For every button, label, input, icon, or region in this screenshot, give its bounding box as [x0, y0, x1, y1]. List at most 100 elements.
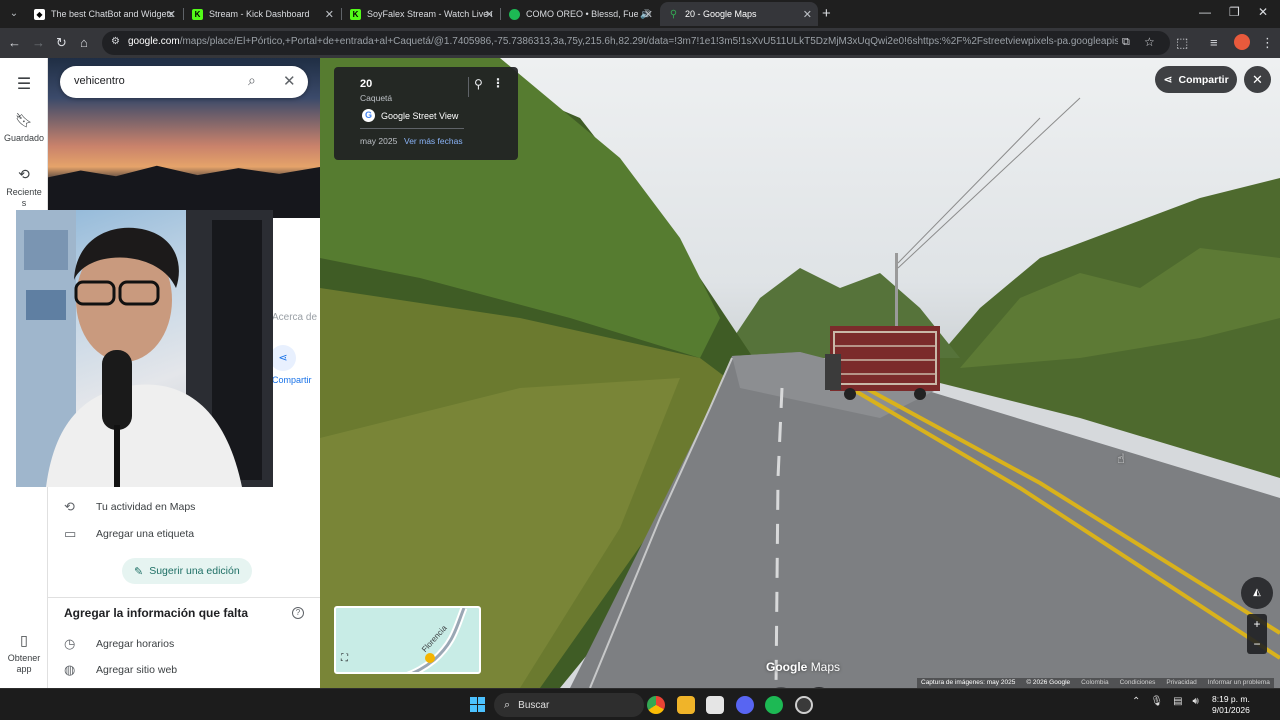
media-control-icon[interactable]: ≡ [1210, 35, 1218, 51]
privacy-link[interactable]: Privacidad [1166, 679, 1196, 687]
share-button[interactable]: ⋖ Compartir [1155, 66, 1237, 93]
tab-about[interactable]: Acerca de [272, 312, 317, 323]
zoom-out-button[interactable]: − [1247, 634, 1267, 654]
tab-kick-dashboard[interactable]: K Stream - Kick Dashboard ✕ [184, 2, 340, 26]
search-icon: ⌕ [504, 698, 511, 711]
section-divider [48, 597, 320, 598]
close-tab-icon[interactable]: ✕ [803, 8, 812, 21]
network-icon[interactable]: ▤ [1173, 696, 1182, 707]
profile-avatar[interactable] [1234, 34, 1250, 50]
file-explorer-icon[interactable] [677, 696, 695, 714]
diamond-icon: ◆ [34, 8, 45, 20]
browser-menu-icon[interactable]: ⋮ [1261, 35, 1274, 51]
tab-soyfalex-stream[interactable]: K SoyFalex Stream - Watch Live o ✕ [342, 2, 500, 26]
add-hours-row[interactable]: ◷ Agregar horarios [64, 634, 304, 654]
back-arrow-icon[interactable]: ← [8, 35, 21, 51]
tab-google-maps[interactable]: ⚲ 20 - Google Maps ✕ [660, 2, 818, 26]
url-text: google.com/maps/place/El+Pórtico,+Portal… [128, 36, 1118, 47]
extensions-icon[interactable]: ⬚ [1176, 35, 1188, 51]
obs-icon[interactable] [795, 696, 813, 714]
add-label-row[interactable]: ▭ Agregar una etiqueta [64, 524, 304, 544]
globe-icon: ◍ [64, 662, 76, 677]
store-icon[interactable] [706, 696, 724, 714]
close-tab-icon[interactable]: ✕ [644, 8, 653, 21]
tray-chevron-icon[interactable]: ⌃ [1132, 696, 1140, 707]
capture-date: may 2025 [360, 136, 398, 146]
spotify-taskbar-icon[interactable] [765, 696, 783, 714]
webcam-overlay [16, 210, 273, 487]
history-icon: ⟲ [64, 499, 75, 514]
history-icon: ⟲ [18, 166, 30, 182]
terms-link[interactable]: Condiciones [1120, 679, 1156, 687]
phone-icon: ▯ [20, 632, 28, 648]
bookmark-star-icon[interactable]: ☆ [1144, 35, 1155, 49]
street-view-source: G Google Street View [362, 109, 458, 122]
clear-search-icon[interactable]: ✕ [283, 72, 296, 90]
tab-spotify[interactable]: COMO OREO • Blessd, Fue 🔊 ✕ [501, 2, 659, 26]
rail-item-get-app[interactable]: ▯ Obtener app [0, 632, 48, 675]
search-icon[interactable]: ⌕ [248, 72, 256, 89]
home-icon[interactable]: ⌂ [80, 35, 88, 51]
address-bar[interactable]: ⚙ google.com/maps/place/El+Pórtico,+Port… [102, 31, 1170, 55]
suggest-edit-button[interactable]: ✎ Sugerir una edición [122, 558, 252, 584]
close-tab-icon[interactable]: ✕ [325, 8, 334, 21]
chrome-taskbar-icon[interactable] [647, 696, 665, 714]
add-hours-label: Agregar horarios [96, 638, 175, 650]
windows-start-icon[interactable] [470, 697, 485, 712]
microphone-icon[interactable]: 🎙︎ [1150, 696, 1163, 707]
activity-in-maps-row[interactable]: ⟲ Tu actividad en Maps [64, 497, 304, 517]
tab-chatbot[interactable]: ◆ The best ChatBot and Widgets ✕ [26, 2, 182, 26]
window-close-icon[interactable]: ✕ [1258, 5, 1268, 19]
tab-title: The best ChatBot and Widgets [51, 9, 174, 19]
share-action-label[interactable]: Compartir [272, 375, 312, 385]
compass-icon[interactable]: ◭ [1241, 577, 1273, 609]
minimize-icon[interactable]: — [1199, 5, 1211, 19]
install-app-icon[interactable]: ⧉ [1122, 36, 1130, 49]
card-source-label: Google Street View [381, 110, 459, 121]
search-input[interactable]: vehicentro [74, 75, 125, 87]
browser-toolbar: ← → ↻ ⌂ ⚙ google.com/maps/place/El+Pórti… [0, 28, 1280, 58]
site-info-icon[interactable]: ⚙ [111, 36, 120, 47]
taskbar-clock[interactable]: 8:19 p. m. 9/01/2026 [1212, 694, 1250, 716]
close-tab-icon[interactable]: ✕ [485, 8, 494, 21]
restore-icon[interactable]: ❐ [1229, 5, 1240, 19]
close-street-view-button[interactable]: ✕ [1244, 66, 1271, 93]
rail-item-recent[interactable]: ⟲ Reciente s [0, 166, 48, 209]
zoom-in-button[interactable]: + [1247, 614, 1267, 634]
logo-maps: Maps [810, 660, 841, 674]
kick-icon: K [350, 8, 361, 20]
activity-label: Tu actividad en Maps [96, 501, 196, 513]
report-problem-link[interactable]: Informar un problema [1208, 679, 1270, 687]
add-label-text: Agregar una etiqueta [96, 528, 195, 540]
search-box[interactable]: vehicentro ⌕ ✕ [60, 66, 308, 98]
see-more-dates-link[interactable]: Ver más fechas [404, 136, 463, 146]
new-tab-button[interactable]: + [822, 5, 831, 22]
share-icon[interactable]: ⋖ [270, 345, 296, 371]
discord-icon[interactable] [736, 696, 754, 714]
missing-info-heading: Agregar la información que falta [64, 606, 249, 620]
webcam-person [16, 210, 273, 487]
more-options-icon[interactable]: ⋮ [492, 76, 504, 90]
tab-list-chevron-icon[interactable]: ⌄ [6, 6, 22, 22]
taskbar-search-box[interactable]: ⌕ Buscar [494, 693, 644, 717]
browser-tab-bar: ⌄ ◆ The best ChatBot and Widgets ✕ K Str… [0, 0, 1280, 28]
expand-icon[interactable]: ⛶ [341, 653, 355, 667]
volume-icon[interactable]: 🔊︎ [1193, 696, 1199, 707]
tab-title: Stream - Kick Dashboard [209, 9, 310, 19]
close-tab-icon[interactable]: ✕ [167, 8, 176, 21]
rail-item-saved[interactable]: 🔖︎ Guardado [0, 112, 48, 143]
forward-arrow-icon[interactable]: → [32, 35, 45, 51]
menu-hamburger-icon[interactable]: ☰ [0, 74, 48, 98]
card-divider [360, 128, 464, 129]
share-button-label: Compartir [1178, 73, 1229, 86]
clock-icon: ◷ [64, 636, 76, 651]
location-pin-icon[interactable]: ⚲ [474, 77, 483, 91]
mini-map[interactable]: Florencia ⛶ [334, 606, 481, 674]
reload-icon[interactable]: ↻ [56, 35, 67, 51]
taskbar-search-placeholder: Buscar [518, 699, 550, 711]
help-icon[interactable]: ? [292, 607, 304, 619]
country-link[interactable]: Colombia [1081, 679, 1108, 687]
rail-label-recent: Reciente s [6, 187, 42, 208]
card-subtitle: Caquetá [360, 93, 393, 103]
add-website-row[interactable]: ◍ Agregar sitio web [64, 660, 304, 680]
